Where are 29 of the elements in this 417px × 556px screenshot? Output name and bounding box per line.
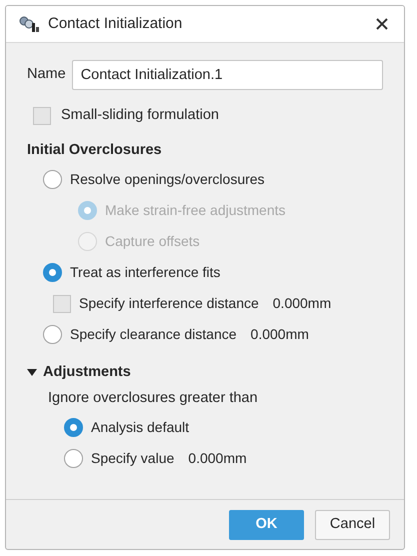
name-label: Name bbox=[27, 64, 66, 84]
option-label: Analysis default bbox=[91, 418, 190, 437]
collapse-triangle-icon[interactable] bbox=[27, 369, 37, 377]
radio-button[interactable] bbox=[64, 449, 83, 468]
prompt-text: Ignore overclosures greater than bbox=[48, 389, 259, 408]
contact-icon bbox=[18, 15, 40, 33]
option-label: Specify value bbox=[91, 449, 174, 468]
section-heading: Initial Overclosures bbox=[27, 141, 163, 160]
window-title: Contact Initialization bbox=[48, 14, 184, 34]
checkbox[interactable] bbox=[53, 294, 71, 312]
option-label: Small-sliding formulation bbox=[61, 106, 219, 125]
option-label: Specify clearance distance bbox=[70, 325, 237, 344]
radio-button[interactable] bbox=[43, 170, 62, 189]
value-text: 0.000mm bbox=[272, 294, 332, 313]
option-label: Specify interference distance bbox=[79, 294, 259, 313]
radio-button[interactable] bbox=[43, 263, 62, 282]
cancel-button[interactable]: Cancel bbox=[315, 510, 390, 540]
section-heading: Adjustments bbox=[43, 363, 131, 382]
value-text: 0.000mm bbox=[188, 449, 247, 468]
option-label: Make strain-free adjustments bbox=[105, 201, 286, 220]
checkbox[interactable] bbox=[33, 106, 51, 124]
radio-button[interactable] bbox=[43, 325, 62, 344]
option-label: Resolve openings/overclosures bbox=[70, 170, 265, 189]
name-field[interactable]: Contact Initialization.1 bbox=[72, 60, 383, 90]
option-label: Capture offsets bbox=[105, 232, 200, 251]
value-text: 0.000mm bbox=[250, 325, 309, 344]
close-icon[interactable] bbox=[376, 18, 388, 30]
radio-button[interactable] bbox=[64, 418, 83, 437]
option-label: Treat as interference fits bbox=[70, 263, 220, 282]
